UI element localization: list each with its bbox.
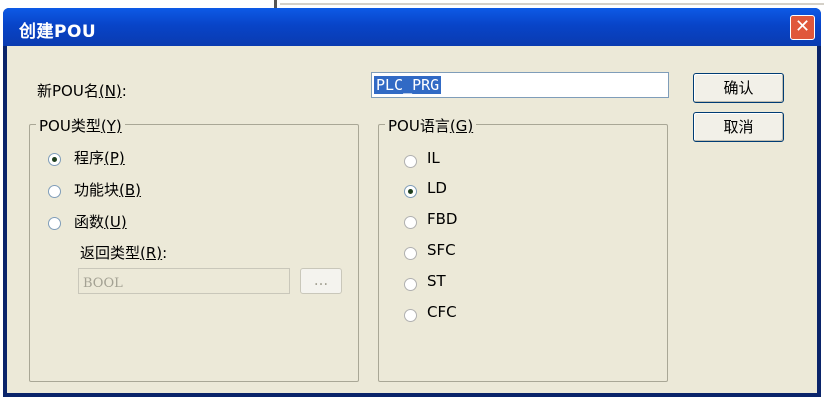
pou-type-hotkey: (Y) xyxy=(100,117,122,135)
option-lang-fbd[interactable]: FBD xyxy=(427,210,457,228)
option-lang-sfc[interactable]: SFC xyxy=(427,241,456,259)
radio-function[interactable] xyxy=(48,217,61,230)
option-function-hotkey: (U) xyxy=(104,213,127,231)
title-bar[interactable]: 创建POU ✕ xyxy=(3,8,821,46)
pou-type-title: POU类型(Y) xyxy=(36,115,125,136)
browse-return-type-button[interactable]: ... xyxy=(300,268,342,294)
radio-lang-sfc[interactable] xyxy=(404,247,417,260)
splitter-mark xyxy=(274,0,277,8)
option-program-hotkey: (P) xyxy=(104,149,125,167)
cancel-button[interactable]: 取消 xyxy=(693,112,784,142)
option-program[interactable]: 程序(P) xyxy=(74,147,125,168)
return-type-label: 返回类型(R): xyxy=(80,242,167,263)
create-pou-dialog: 创建POU ✕ 新POU名(N): PLC_PRG 确认 取消 POU类型(Y)… xyxy=(3,8,821,397)
return-type-input[interactable]: BOOL xyxy=(78,268,290,294)
radio-lang-fbd[interactable] xyxy=(404,216,417,229)
radio-program[interactable] xyxy=(48,153,61,166)
radio-lang-ld[interactable] xyxy=(404,185,417,198)
radio-lang-il[interactable] xyxy=(404,155,417,168)
pou-name-label-text: 新POU名 xyxy=(37,82,99,100)
option-lang-cfc[interactable]: CFC xyxy=(427,303,457,321)
option-lang-il[interactable]: IL xyxy=(427,149,440,167)
option-function-block[interactable]: 功能块(B) xyxy=(74,179,141,200)
radio-lang-cfc[interactable] xyxy=(404,309,417,322)
pou-name-hotkey: (N) xyxy=(98,82,122,100)
return-type-colon: : xyxy=(162,244,168,262)
background-window-edge xyxy=(0,0,824,8)
option-function-block-label: 功能块 xyxy=(74,181,120,199)
pou-language-hotkey: (G) xyxy=(449,117,474,135)
radio-lang-st[interactable] xyxy=(404,278,417,291)
pou-language-title: POU语言(G) xyxy=(385,115,477,136)
close-icon: ✕ xyxy=(794,16,811,37)
background-divider xyxy=(280,3,824,5)
pou-type-title-text: POU类型 xyxy=(39,117,101,135)
pou-name-input[interactable]: PLC_PRG xyxy=(371,72,669,98)
confirm-button[interactable]: 确认 xyxy=(693,73,784,103)
option-function-label: 函数 xyxy=(74,213,105,231)
option-function-block-hotkey: (B) xyxy=(119,181,142,199)
dialog-body: 新POU名(N): PLC_PRG 确认 取消 POU类型(Y) 程序(P) 功… xyxy=(7,46,817,393)
option-lang-ld[interactable]: LD xyxy=(427,179,447,197)
pou-language-title-text: POU语言 xyxy=(388,117,450,135)
option-program-label: 程序 xyxy=(74,149,105,167)
pou-name-label: 新POU名(N): xyxy=(37,80,127,101)
option-function[interactable]: 函数(U) xyxy=(74,211,127,232)
option-lang-st[interactable]: ST xyxy=(427,272,446,290)
return-type-label-text: 返回类型 xyxy=(80,244,141,262)
pou-language-group: POU语言(G) IL LD FBD SFC ST CFC xyxy=(378,115,668,382)
close-button[interactable]: ✕ xyxy=(790,15,815,40)
pou-type-group: POU类型(Y) 程序(P) 功能块(B) 函数(U) 返回类型(R): BOO… xyxy=(29,115,359,382)
dialog-title: 创建POU xyxy=(19,22,97,42)
return-type-value: BOOL xyxy=(83,276,123,291)
return-type-hotkey: (R) xyxy=(140,244,163,262)
pou-name-colon: : xyxy=(121,82,127,100)
radio-function-block[interactable] xyxy=(48,185,61,198)
pou-name-value: PLC_PRG xyxy=(374,76,442,94)
